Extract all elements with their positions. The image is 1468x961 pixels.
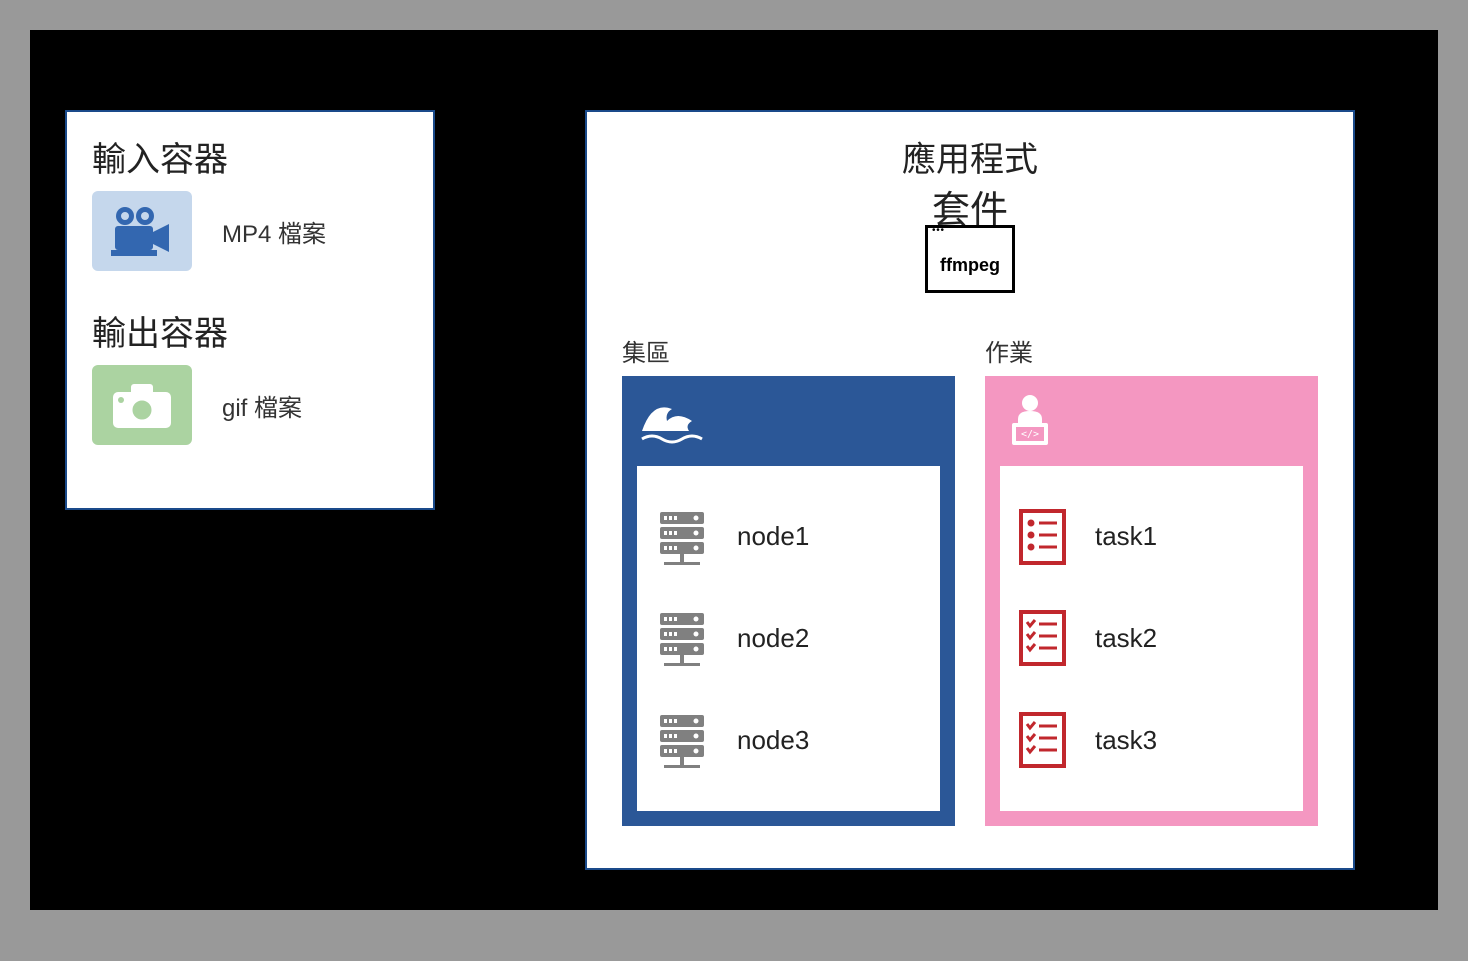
pool-label: 集區 [622, 333, 955, 368]
node-label: node1 [737, 521, 809, 552]
pool-header-icon [637, 391, 940, 451]
input-container-title: 輸入容器 [92, 132, 408, 181]
diagram-canvas: 輸入容器 MP4 檔案 輸出容器 [30, 30, 1438, 910]
server-icon [652, 710, 712, 770]
input-file-label: MP4 檔案 [222, 214, 326, 249]
application-box: 應用程式 套件 ffmpeg 集區 [585, 110, 1355, 870]
task-label: task1 [1095, 521, 1157, 552]
output-container-title: 輸出容器 [92, 306, 408, 355]
app-title: 應用程式 [622, 132, 1318, 181]
task-item: task3 [1015, 710, 1288, 770]
server-icon [652, 507, 712, 567]
package-label: ffmpeg [940, 255, 1000, 276]
pool-column: 集區 [622, 333, 955, 826]
node-label: node2 [737, 623, 809, 654]
task-label: task3 [1095, 725, 1157, 756]
node-list: node1 [637, 466, 940, 811]
storage-box: 輸入容器 MP4 檔案 輸出容器 [65, 110, 435, 510]
input-icon-tile [92, 191, 192, 271]
app-header: 應用程式 套件 ffmpeg [622, 132, 1318, 293]
output-container-row: gif 檔案 [92, 365, 408, 445]
wave-icon [637, 391, 712, 446]
package-icon: ffmpeg [925, 238, 1015, 293]
job-panel: </> [985, 376, 1318, 826]
task-item: task1 [1015, 507, 1288, 567]
job-header-icon: </> [1000, 391, 1303, 451]
input-container-row: MP4 檔案 [92, 191, 408, 271]
pool-panel: node1 [622, 376, 955, 826]
job-column: 作業 </> [985, 333, 1318, 826]
node-item: node2 [652, 608, 925, 668]
svg-text:</>: </> [1021, 429, 1039, 440]
server-icon [652, 608, 712, 668]
node-item: node1 [652, 507, 925, 567]
node-item: node3 [652, 710, 925, 770]
checklist-icon [1015, 608, 1070, 668]
output-icon-tile [92, 365, 192, 445]
panels-row: 集區 [622, 333, 1318, 826]
node-label: node3 [737, 725, 809, 756]
task-list: task1 task2 [1000, 466, 1303, 811]
output-file-label: gif 檔案 [222, 388, 302, 423]
task-item: task2 [1015, 608, 1288, 668]
job-label: 作業 [985, 333, 1318, 368]
camera-icon [107, 378, 177, 433]
checklist-icon [1015, 710, 1070, 770]
developer-icon: </> [1000, 391, 1060, 451]
task-label: task2 [1095, 623, 1157, 654]
video-camera-icon [107, 204, 177, 259]
checklist-icon [1015, 507, 1070, 567]
